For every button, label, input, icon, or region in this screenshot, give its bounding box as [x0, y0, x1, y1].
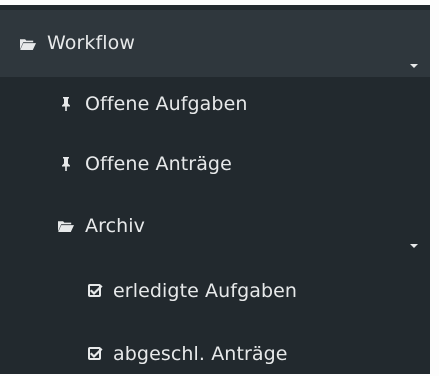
sidebar-item-workflow[interactable]: Workflow: [0, 10, 430, 77]
sidebar-item-abgeschl-antraege[interactable]: abgeschl. Anträge: [0, 324, 430, 376]
sidebar-item-offene-antraege[interactable]: Offene Anträge: [0, 134, 430, 194]
sidebar-item-label: Offene Aufgaben: [85, 92, 248, 115]
pin-icon: [57, 95, 75, 113]
folder-open-icon: [57, 217, 75, 235]
folder-open-icon: [19, 35, 37, 53]
chevron-down-icon[interactable]: [406, 240, 422, 252]
sidebar-item-erledigte-aufgaben[interactable]: erledigte Aufgaben: [0, 261, 430, 321]
sidebar-item-label: Archiv: [85, 214, 146, 237]
workflow-sidebar: Workflow Offene Aufgaben Offene Anträge: [0, 5, 430, 374]
sidebar-item-archiv[interactable]: Archiv: [0, 196, 430, 256]
sidebar-item-label: Offene Anträge: [85, 152, 232, 175]
checkbox-icon: [86, 282, 104, 300]
sidebar-item-label: erledigte Aufgaben: [113, 279, 298, 302]
checkbox-icon: [86, 345, 104, 363]
pin-icon: [57, 155, 75, 173]
chevron-down-icon[interactable]: [406, 60, 422, 72]
sidebar-item-label: Workflow: [47, 32, 136, 54]
sidebar-item-offene-aufgaben[interactable]: Offene Aufgaben: [0, 74, 430, 134]
sidebar-item-label: abgeschl. Anträge: [113, 342, 288, 365]
